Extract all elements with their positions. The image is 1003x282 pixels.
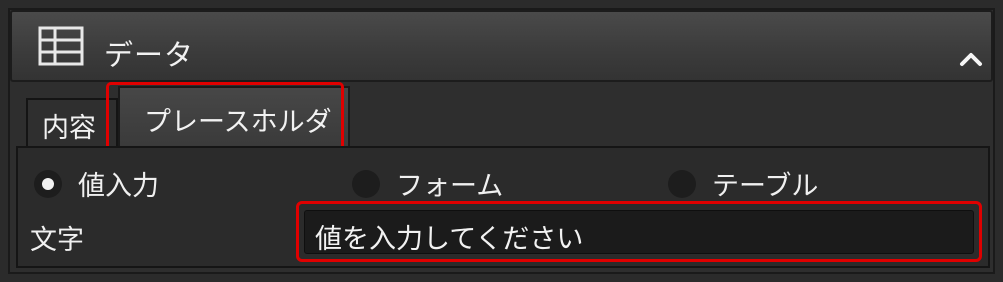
chevron-up-icon[interactable] — [956, 50, 986, 68]
tab-content[interactable]: 内容 — [26, 98, 118, 148]
section-header[interactable]: データ — [10, 10, 993, 82]
highlight-annotation — [106, 82, 344, 156]
radio-table[interactable]: テーブル — [668, 164, 818, 203]
radio-checked-icon — [34, 169, 62, 198]
highlight-annotation — [296, 201, 982, 262]
table-grid-icon — [38, 26, 84, 66]
radio-unchecked-icon — [668, 169, 696, 198]
tab-label: 内容 — [42, 113, 96, 144]
radio-label: 値入力 — [78, 171, 159, 202]
radio-value-input[interactable]: 値入力 — [34, 164, 159, 203]
radio-label: テーブル — [712, 171, 819, 202]
radio-unchecked-icon — [352, 169, 380, 198]
section-title: データ — [104, 38, 195, 72]
radio-label: フォーム — [396, 171, 504, 202]
radio-form[interactable]: フォーム — [352, 164, 503, 203]
text-field-label: 文字 — [30, 225, 84, 256]
